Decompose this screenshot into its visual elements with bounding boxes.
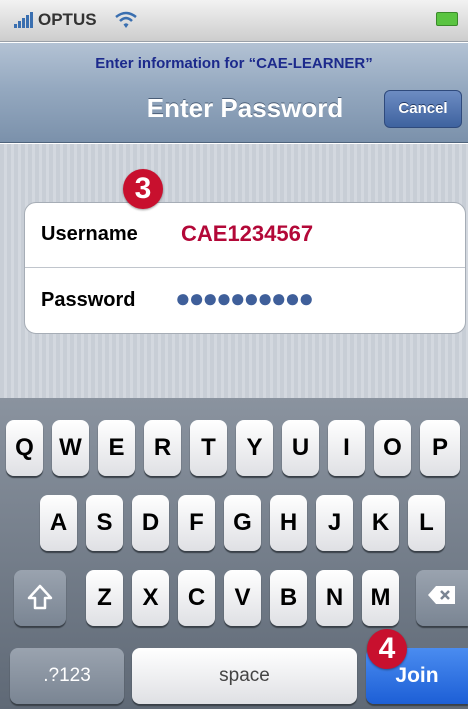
key-r[interactable]: R <box>144 420 181 476</box>
space-key[interactable]: space <box>132 648 357 704</box>
key-y[interactable]: Y <box>236 420 273 476</box>
key-t[interactable]: T <box>190 420 227 476</box>
key-a[interactable]: A <box>40 495 77 551</box>
key-i[interactable]: I <box>328 420 365 476</box>
key-j[interactable]: J <box>316 495 353 551</box>
key-l[interactable]: L <box>408 495 445 551</box>
battery-icon <box>436 12 458 26</box>
shift-arrow-icon <box>27 584 53 610</box>
key-u[interactable]: U <box>282 420 319 476</box>
key-s[interactable]: S <box>86 495 123 551</box>
username-row[interactable]: Username CAE1234567 <box>25 203 465 268</box>
step-3-badge: 3 <box>123 169 163 209</box>
delete-key[interactable] <box>416 570 468 626</box>
key-e[interactable]: E <box>98 420 135 476</box>
key-n[interactable]: N <box>316 570 353 626</box>
numbers-key[interactable]: .?123 <box>10 648 124 704</box>
key-o[interactable]: O <box>374 420 411 476</box>
navigation-bar: Enter information for “CAE-LEARNER” Ente… <box>0 43 468 143</box>
key-c[interactable]: C <box>178 570 215 626</box>
status-bar: OPTUS <box>0 0 468 42</box>
shift-key[interactable] <box>14 570 66 626</box>
key-g[interactable]: G <box>224 495 261 551</box>
username-label: Username <box>41 223 138 245</box>
key-f[interactable]: F <box>178 495 215 551</box>
credentials-form: Username CAE1234567 Password ●●●●●●●●●● <box>24 202 466 334</box>
key-m[interactable]: M <box>362 570 399 626</box>
cancel-button[interactable]: Cancel <box>384 90 462 128</box>
page-title: Enter Password <box>146 93 344 123</box>
key-k[interactable]: K <box>362 495 399 551</box>
network-prompt: Enter information for “CAE-LEARNER” <box>95 55 373 72</box>
username-field[interactable]: CAE1234567 <box>181 221 313 247</box>
backspace-icon <box>428 586 455 604</box>
iphone-screen: OPTUS Enter information for “CAE-LEARNER… <box>0 0 468 709</box>
password-label: Password <box>41 289 136 311</box>
step-4-badge: 4 <box>367 629 407 669</box>
key-b[interactable]: B <box>270 570 307 626</box>
key-w[interactable]: W <box>52 420 89 476</box>
key-d[interactable]: D <box>132 495 169 551</box>
carrier-name: OPTUS <box>38 10 97 29</box>
password-row[interactable]: Password ●●●●●●●●●● <box>25 269 465 334</box>
key-v[interactable]: V <box>224 570 261 626</box>
password-field[interactable]: ●●●●●●●●●● <box>175 283 314 314</box>
key-x[interactable]: X <box>132 570 169 626</box>
signal-bars-icon <box>14 12 36 28</box>
key-z[interactable]: Z <box>86 570 123 626</box>
key-p[interactable]: P <box>420 420 460 476</box>
form-area: Username CAE1234567 Password ●●●●●●●●●● <box>0 144 468 398</box>
key-q[interactable]: Q <box>6 420 43 476</box>
key-h[interactable]: H <box>270 495 307 551</box>
wifi-icon <box>114 10 138 30</box>
